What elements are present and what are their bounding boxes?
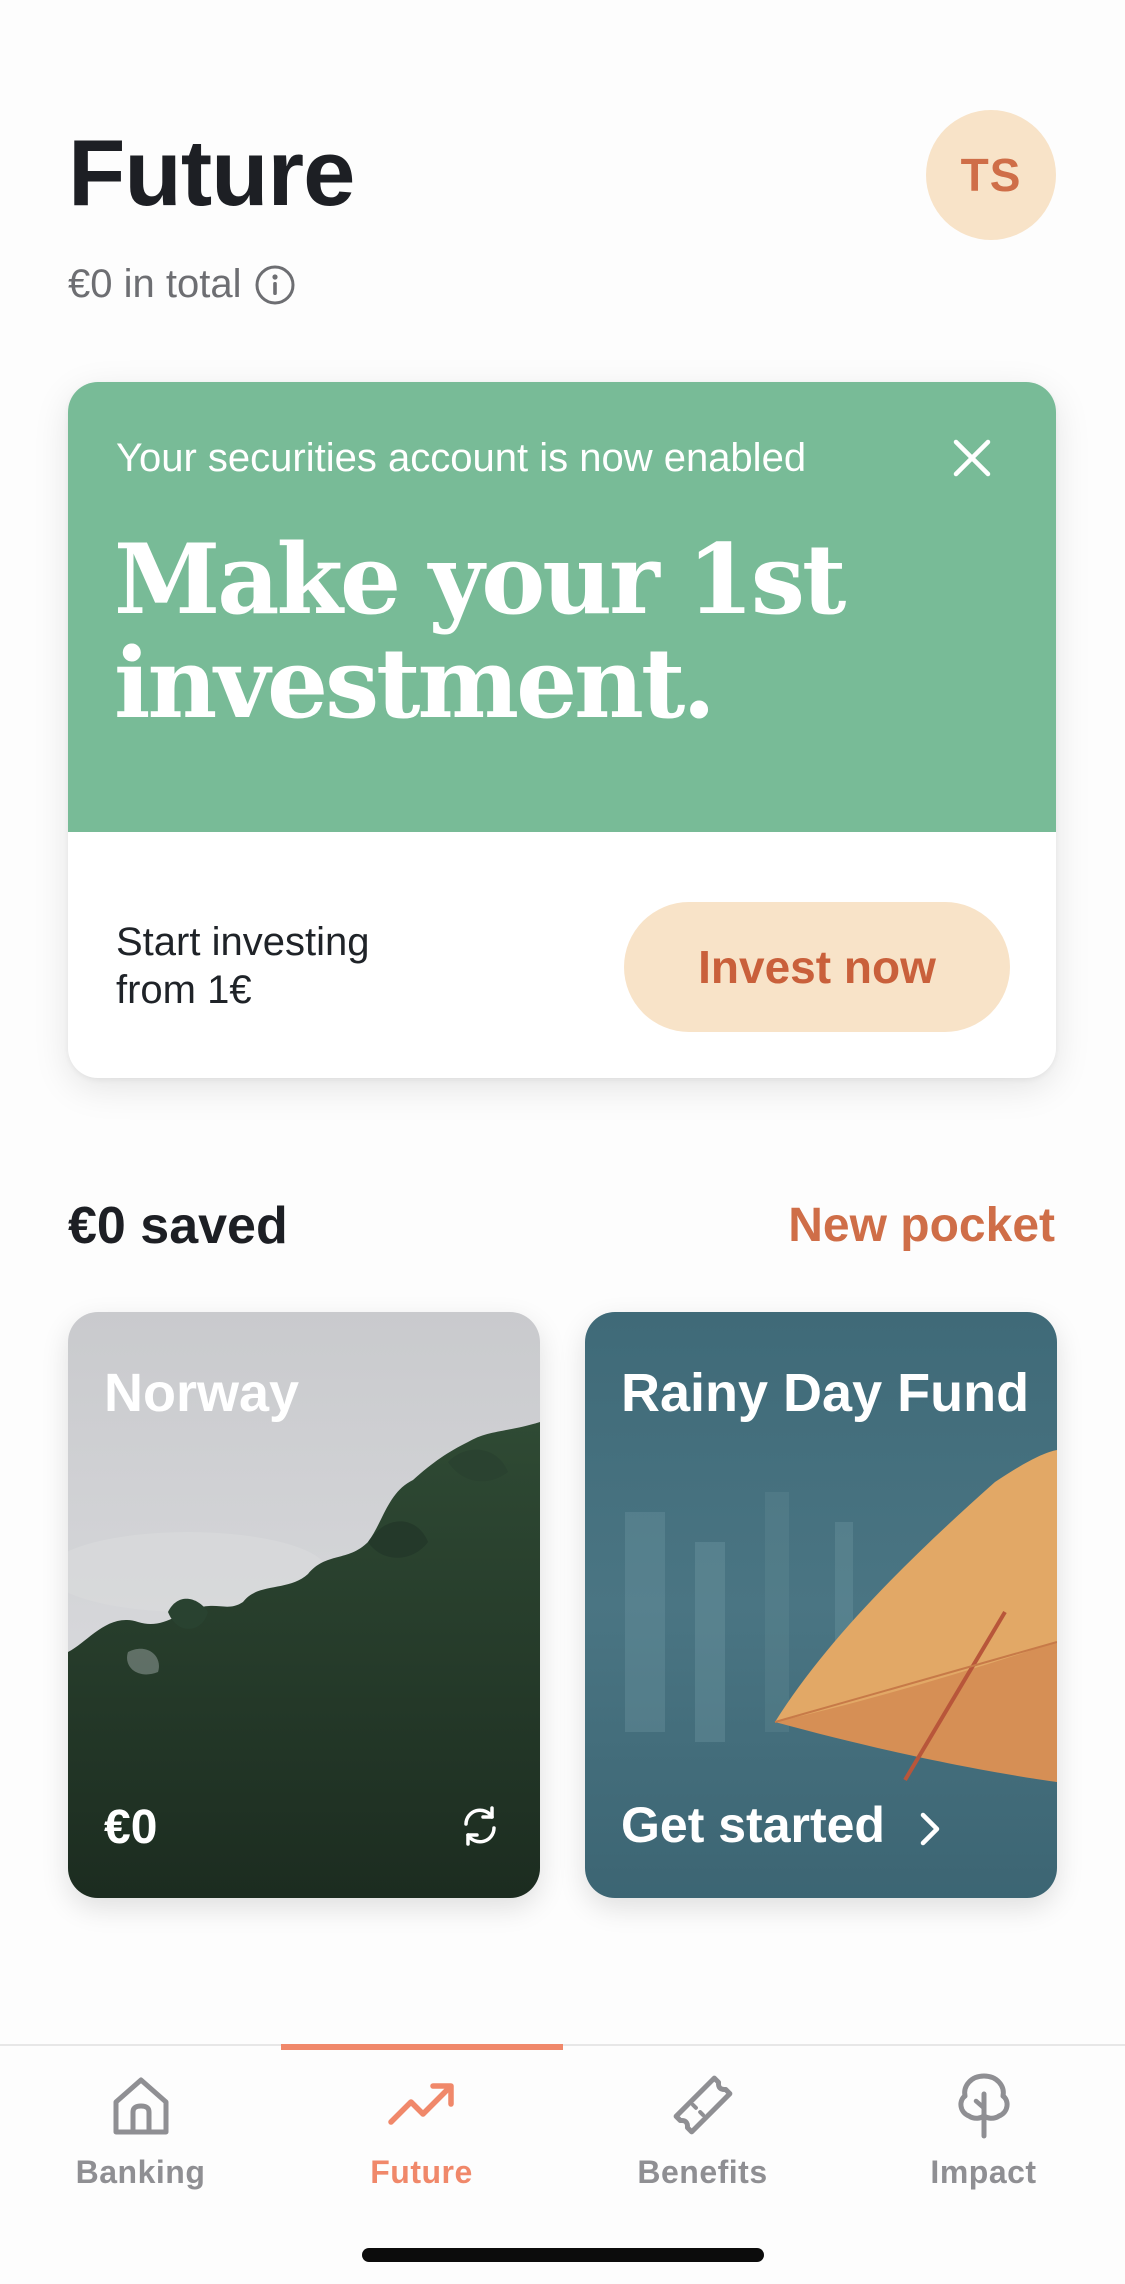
pocket-card-norway[interactable]: Norway €0: [68, 1312, 540, 1898]
invest-now-button[interactable]: Invest now: [624, 902, 1010, 1032]
info-icon[interactable]: [253, 263, 297, 307]
active-tab-indicator: [281, 2044, 563, 2050]
get-started-link[interactable]: Get started: [621, 1796, 947, 1854]
tab-label: Future: [370, 2154, 473, 2190]
total-balance: €0 in total: [68, 262, 242, 306]
promo-eyebrow: Your securities account is now enabled: [116, 436, 807, 480]
saved-total-heading: €0 saved: [68, 1197, 288, 1255]
avatar[interactable]: TS: [926, 110, 1056, 240]
ticket-icon: [673, 2075, 732, 2135]
total-balance-row: €0 in total: [68, 262, 297, 307]
pocket-card-rainy-day-fund[interactable]: Rainy Day Fund Get started: [585, 1312, 1057, 1898]
pocket-name: Norway: [104, 1363, 300, 1423]
trend-up-icon: [387, 2083, 454, 2125]
promo-body: Start investing from 1€: [116, 918, 476, 1014]
promo-body-line: Start investing: [116, 920, 370, 964]
tab-label: Impact: [930, 2154, 1037, 2190]
pocket-name: Rainy Day Fund: [621, 1363, 1030, 1423]
new-pocket-link[interactable]: New pocket: [788, 1198, 1055, 1253]
page-title: Future: [68, 120, 355, 225]
tab-impact[interactable]: Impact: [843, 2066, 1124, 2216]
chevron-right-icon: [913, 1804, 947, 1846]
tree-icon: [957, 2073, 1010, 2139]
promo-banner: Your securities account is now enabled M…: [68, 382, 1056, 832]
future-screen: Future €0 in total TS Your securities ac…: [0, 0, 1125, 2284]
get-started-label: Get started: [621, 1797, 885, 1853]
recurring-icon: [456, 1802, 504, 1850]
avatar-initials: TS: [960, 149, 1022, 201]
tab-banking[interactable]: Banking: [0, 2066, 281, 2216]
pocket-amount: €0: [104, 1801, 158, 1854]
promo-body-line: from 1€: [116, 968, 252, 1012]
close-icon[interactable]: [948, 434, 996, 482]
promo-headline-line: investment.: [114, 627, 716, 740]
tab-benefits[interactable]: Benefits: [562, 2066, 843, 2216]
home-icon: [113, 2077, 168, 2135]
tab-future[interactable]: Future: [281, 2066, 562, 2216]
promo-headline-line: Make your 1st: [114, 523, 846, 636]
promo-headline: Make your 1st investment.: [114, 528, 994, 736]
home-indicator[interactable]: [362, 2248, 764, 2262]
tab-label: Banking: [75, 2154, 206, 2190]
tab-label: Benefits: [637, 2154, 768, 2190]
invest-promo-card: Your securities account is now enabled M…: [68, 382, 1056, 1078]
